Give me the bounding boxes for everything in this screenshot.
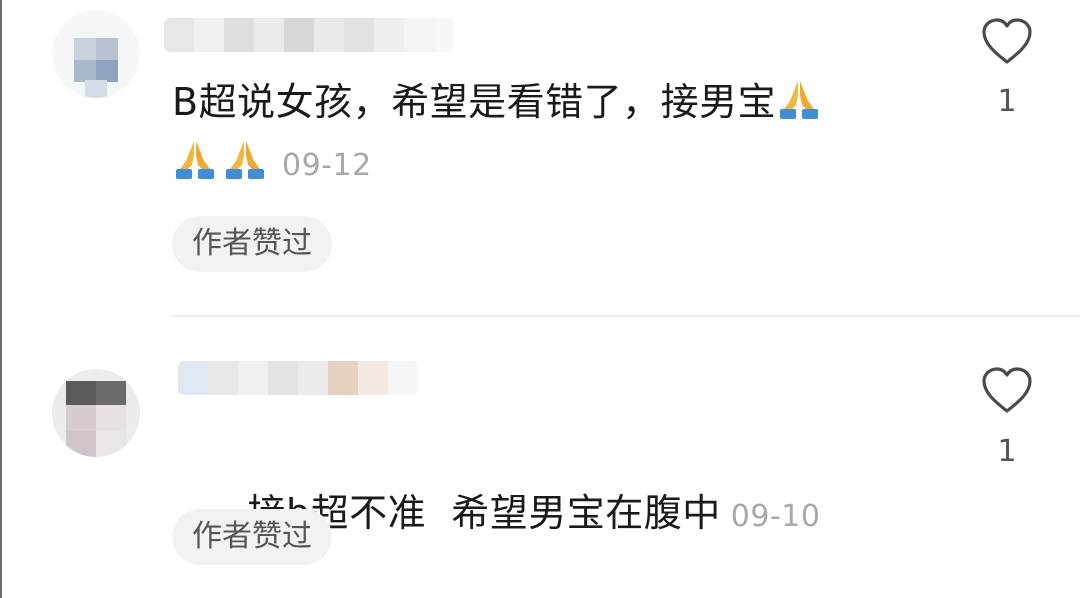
username-blur-tile bbox=[298, 361, 328, 395]
heart-outline-icon[interactable] bbox=[980, 366, 1034, 416]
comment-date: 09-10 bbox=[730, 499, 821, 534]
author-liked-chip[interactable]: 作者赞过 bbox=[172, 216, 332, 272]
username-blur-tile bbox=[314, 18, 344, 52]
username-blur-tile bbox=[224, 18, 254, 52]
folded-hands-emoji-icon bbox=[776, 75, 822, 121]
comment-item: B超说女孩，希望是看错了，接男宝 09-12 作者赞过 1 bbox=[0, 0, 1080, 315]
username-blur-tile bbox=[254, 18, 284, 52]
avatar[interactable] bbox=[52, 10, 140, 98]
folded-hands-emoji-icon bbox=[222, 135, 268, 181]
comment-list-screen: B超说女孩，希望是看错了，接男宝 09-12 作者赞过 1 接b超不准 希望男宝… bbox=[0, 0, 1080, 598]
comment-date: 09-12 bbox=[282, 148, 372, 183]
username-blur-tile bbox=[178, 361, 208, 395]
username-blurred[interactable] bbox=[164, 18, 454, 52]
username-blur-tile bbox=[194, 18, 224, 52]
like-count: 1 bbox=[997, 84, 1017, 119]
avatar-pixel-tile bbox=[66, 381, 96, 405]
folded-hands-emoji-icon bbox=[172, 135, 218, 181]
username-blur-tile bbox=[208, 361, 238, 395]
username-blur-tile bbox=[238, 361, 268, 395]
username-blurred[interactable] bbox=[178, 361, 418, 395]
username-blur-tile bbox=[358, 361, 388, 395]
username-blur-tile bbox=[344, 18, 374, 52]
avatar-pixel-tile bbox=[85, 80, 107, 98]
username-blur-tile bbox=[328, 361, 358, 395]
avatar-pixel-tile bbox=[96, 381, 126, 405]
username-blur-tile bbox=[284, 18, 314, 52]
author-liked-chip[interactable]: 作者赞过 bbox=[172, 509, 332, 565]
avatar-pixel-tile bbox=[96, 431, 126, 457]
avatar-pixel-tile bbox=[96, 38, 118, 60]
comment-text-content: B超说女孩，希望是看错了，接男宝 bbox=[172, 80, 777, 124]
like-count: 1 bbox=[997, 434, 1017, 469]
avatar-pixel-tile bbox=[66, 405, 96, 431]
avatar[interactable] bbox=[52, 369, 140, 457]
username-blur-tile bbox=[404, 18, 434, 52]
username-blur-tile bbox=[434, 18, 454, 52]
username-blur-tile bbox=[268, 361, 298, 395]
username-blur-tile bbox=[164, 18, 194, 52]
avatar-pixel-tile bbox=[96, 60, 118, 82]
avatar-pixel-tile bbox=[66, 431, 96, 457]
username-blur-tile bbox=[388, 361, 418, 395]
heart-outline-icon[interactable] bbox=[980, 17, 1034, 67]
comment-item: 接b超不准 希望男宝在腹中 09-10 作者赞过 1 bbox=[0, 317, 1080, 598]
avatar-pixel-tile bbox=[74, 60, 96, 82]
username-blur-tile bbox=[374, 18, 404, 52]
comment-text: B超说女孩，希望是看错了，接男宝 09-12 bbox=[172, 72, 826, 196]
avatar-pixel-tile bbox=[96, 405, 126, 431]
avatar-pixel-tile bbox=[74, 38, 96, 60]
